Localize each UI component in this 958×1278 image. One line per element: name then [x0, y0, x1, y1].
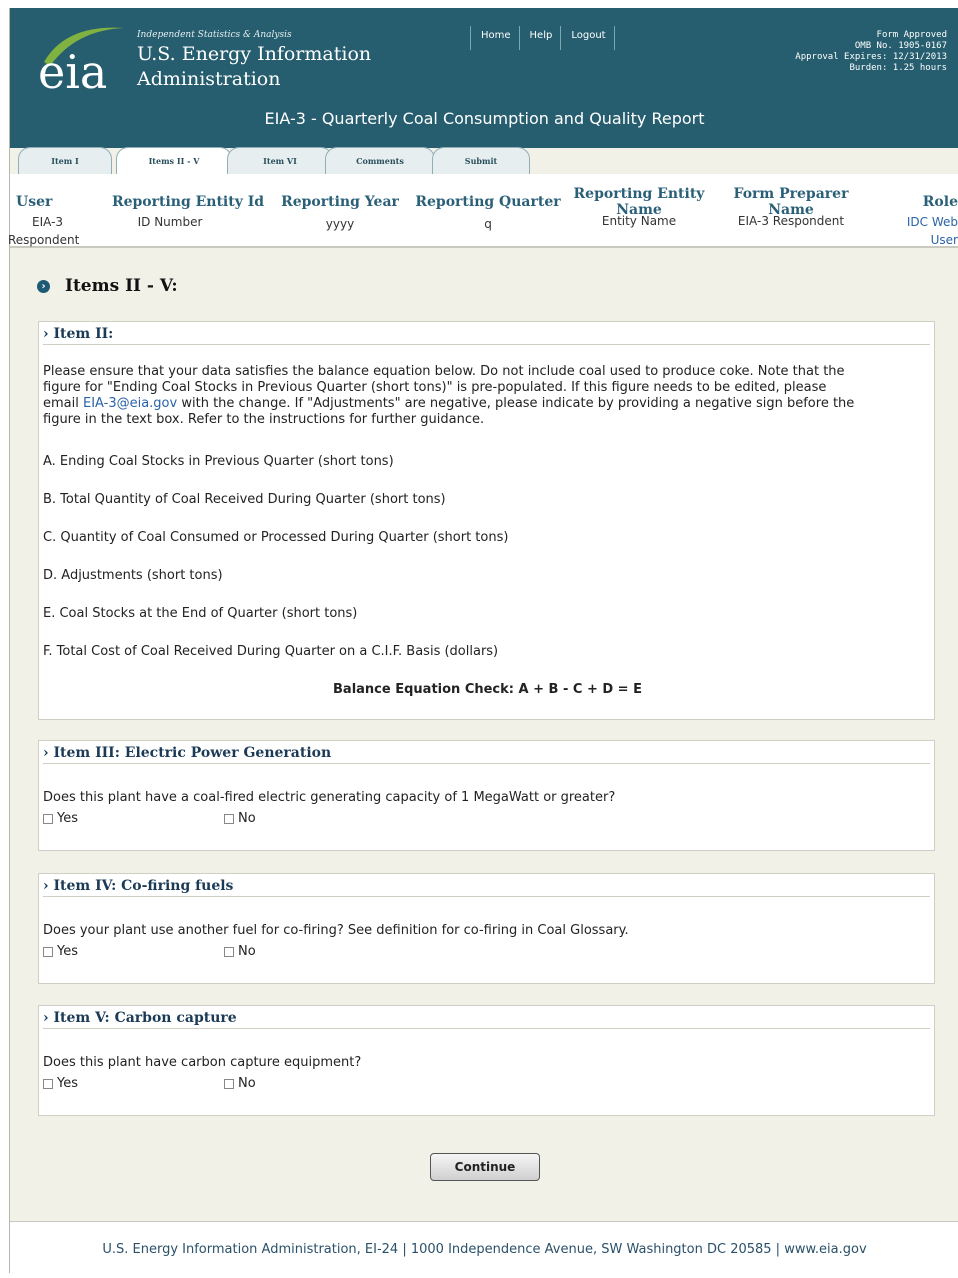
- omb-line: Burden: 1.25 hours: [849, 63, 947, 73]
- item-ii-intro-text: with the change. If "Adjustments" are ne…: [177, 396, 855, 411]
- tab-items-ii-v[interactable]: Items II - V: [116, 147, 232, 176]
- eia-logo: eia: [38, 27, 124, 94]
- user-header: User: [16, 194, 53, 210]
- reporting-quarter-column: Reporting Quarter q: [412, 194, 564, 233]
- item-iii-panel: › Item III: Electric Power Generation Do…: [38, 740, 935, 851]
- entity-id-column: Reporting Entity Id ID Number: [108, 194, 268, 231]
- item-v-question: Does this plant have carbon capture equi…: [43, 1055, 362, 1070]
- tab-item-vi[interactable]: Item VI: [227, 147, 333, 174]
- item-iv-yes-checkbox[interactable]: Yes: [43, 944, 78, 959]
- help-link[interactable]: Help: [518, 26, 561, 50]
- arrow-circle-icon: ›: [37, 279, 50, 293]
- checkbox-label: No: [238, 811, 256, 826]
- entity-name-header: Reporting Entity: [573, 186, 705, 202]
- item-ii-line-d: D. Adjustments (short tons): [43, 568, 223, 583]
- logo-name-line2: Administration: [137, 68, 281, 90]
- role-column: Role IDC Web User: [880, 194, 958, 249]
- top-nav: Home Help Logout: [470, 26, 615, 50]
- item-iv-title: › Item IV: Co-firing fuels: [43, 876, 930, 897]
- item-ii-intro-line: email EIA-3@eia.gov with the change. If …: [43, 396, 854, 411]
- tab-comments[interactable]: Comments: [325, 147, 435, 174]
- reporting-quarter-value: q: [484, 217, 492, 231]
- checkbox-icon: [43, 813, 53, 824]
- reporting-quarter-header: Reporting Quarter: [415, 194, 561, 210]
- item-ii-intro-line: figure in the text box. Refer to the ins…: [43, 412, 485, 427]
- tab-item-i[interactable]: Item I: [18, 147, 112, 174]
- logo-name-line1: U.S. Energy Information: [137, 43, 372, 65]
- item-v-no-checkbox[interactable]: No: [224, 1076, 256, 1091]
- item-ii-line-b: B. Total Quantity of Coal Received Durin…: [43, 492, 446, 507]
- item-ii-title: › Item II:: [43, 324, 930, 345]
- entity-id-value: ID Number: [137, 215, 203, 229]
- report-info-strip: User EIA-3 Respondent Reporting Entity I…: [8, 174, 958, 249]
- item-iv-no-checkbox[interactable]: No: [224, 944, 256, 959]
- entity-name-column: Reporting Entity Name Entity Name: [572, 186, 706, 230]
- omb-line: Approval Expires: 12/31/2013: [795, 52, 947, 62]
- section-heading: › Items II - V:: [37, 276, 178, 296]
- omb-line: OMB No. 1905-0167: [854, 41, 947, 51]
- page: eia Independent Statistics & Analysis U.…: [8, 8, 958, 1274]
- logo-tagline: Independent Statistics & Analysis: [137, 30, 292, 40]
- item-ii-intro-text: email: [43, 396, 83, 411]
- svg-text:eia: eia: [38, 45, 107, 94]
- item-ii-line-e: E. Coal Stocks at the End of Quarter (sh…: [43, 606, 358, 621]
- item-v-title: › Item V: Carbon capture: [43, 1008, 930, 1029]
- item-iii-question: Does this plant have a coal-fired electr…: [43, 790, 616, 805]
- item-ii-line-f: F. Total Cost of Coal Received During Qu…: [43, 644, 499, 659]
- continue-button[interactable]: Continue: [430, 1153, 540, 1181]
- item-ii-intro-line: figure for "Ending Coal Stocks in Previo…: [43, 380, 827, 395]
- checkbox-icon: [224, 1078, 234, 1089]
- checkbox-label: Yes: [57, 944, 78, 959]
- entity-name-value: Entity Name: [601, 214, 677, 228]
- item-ii-line-c: C. Quantity of Coal Consumed or Processe…: [43, 530, 509, 545]
- item-iii-no-checkbox[interactable]: No: [224, 811, 256, 826]
- checkbox-label: Yes: [57, 811, 78, 826]
- user-value: EIA-3: [32, 215, 64, 229]
- role-value[interactable]: IDC Web: [880, 213, 958, 231]
- user-value: Respondent: [8, 233, 80, 247]
- form-title: EIA-3 - Quarterly Coal Consumption and Q…: [264, 109, 705, 128]
- section-title: Items II - V:: [65, 276, 178, 296]
- reporting-year-column: Reporting Year yyyy: [275, 194, 405, 233]
- home-link[interactable]: Home: [470, 26, 519, 50]
- header: eia Independent Statistics & Analysis U.…: [10, 8, 958, 148]
- form-preparer-column: Form Preparer Name EIA-3 Respondent: [724, 186, 858, 230]
- checkbox-icon: [224, 813, 234, 824]
- item-ii-line-a: A. Ending Coal Stocks in Previous Quarte…: [43, 454, 394, 469]
- balance-equation-check: Balance Equation Check: A + B - C + D = …: [333, 682, 642, 697]
- user-column: User EIA-3 Respondent: [8, 194, 96, 249]
- role-value[interactable]: User: [880, 231, 958, 249]
- email-link[interactable]: EIA-3@eia.gov: [83, 396, 177, 411]
- item-v-panel: › Item V: Carbon capture Does this plant…: [38, 1005, 935, 1116]
- form-preparer-header: Form Preparer: [733, 186, 849, 202]
- checkbox-label: No: [238, 944, 256, 959]
- entity-id-header: Reporting Entity Id: [111, 194, 265, 210]
- omb-info: Form Approved OMB No. 1905-0167 Approval…: [795, 30, 947, 74]
- checkbox-label: No: [238, 1076, 256, 1091]
- reporting-year-value: yyyy: [325, 217, 355, 231]
- checkbox-label: Yes: [57, 1076, 78, 1091]
- omb-line: Form Approved: [876, 30, 947, 40]
- item-iv-panel: › Item IV: Co-firing fuels Does your pla…: [38, 873, 935, 984]
- checkbox-icon: [224, 946, 234, 957]
- tab-submit[interactable]: Submit: [432, 147, 530, 174]
- item-iii-yes-checkbox[interactable]: Yes: [43, 811, 78, 826]
- logout-link[interactable]: Logout: [560, 26, 615, 50]
- item-v-yes-checkbox[interactable]: Yes: [43, 1076, 78, 1091]
- footer: U.S. Energy Information Administration, …: [10, 1221, 958, 1274]
- item-iii-title: › Item III: Electric Power Generation: [43, 743, 930, 764]
- item-ii-intro-line: Please ensure that your data satisfies t…: [43, 364, 845, 379]
- form-preparer-value: EIA-3 Respondent: [737, 214, 845, 228]
- role-header: Role: [922, 194, 958, 210]
- checkbox-icon: [43, 1078, 53, 1089]
- item-ii-panel: › Item II: Please ensure that your data …: [38, 321, 935, 720]
- reporting-year-header: Reporting Year: [281, 194, 399, 210]
- checkbox-icon: [43, 946, 53, 957]
- item-iv-question: Does your plant use another fuel for co-…: [43, 923, 629, 938]
